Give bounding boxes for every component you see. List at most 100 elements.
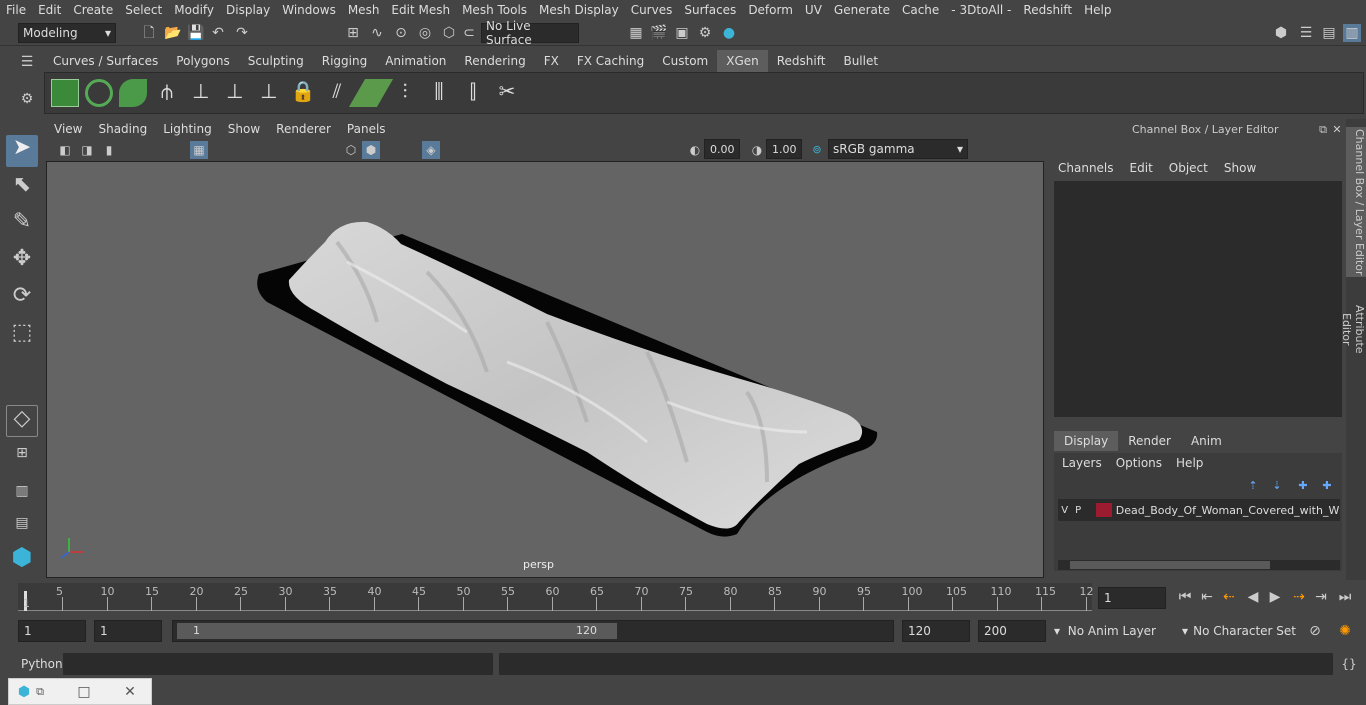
open-scene-icon[interactable]: 📂 [164, 24, 182, 42]
move-layer-up-icon[interactable]: ⇡ [1244, 477, 1262, 495]
channel-menu-object[interactable]: Object [1165, 161, 1212, 175]
playback-start-field[interactable]: 1 [94, 620, 162, 642]
exposure-field[interactable]: 0.00 [704, 139, 740, 159]
close-icon[interactable]: ✕ [121, 683, 139, 701]
shelf-tab-rendering[interactable]: Rendering [455, 50, 534, 72]
menu-create[interactable]: Create [67, 0, 119, 20]
layer-tab-anim[interactable]: Anim [1181, 431, 1232, 451]
two-view-icon[interactable]: ▥ [6, 483, 38, 515]
step-back-frame-icon[interactable]: ⇠ [1220, 588, 1238, 606]
layer-row[interactable]: V P Dead_Body_Of_Woman_Covered_with_Whi [1058, 499, 1340, 521]
layer-playback-toggle[interactable]: P [1071, 505, 1084, 516]
snap-surface-icon[interactable]: ⬡ [440, 24, 458, 42]
shelf-tab-fx-caching[interactable]: FX Caching [568, 50, 653, 72]
shelf-tab-sculpting[interactable]: Sculpting [239, 50, 313, 72]
bookmark-icon[interactable]: ▮ [100, 141, 118, 159]
layer-visibility-toggle[interactable]: V [1058, 505, 1071, 516]
range-bar[interactable]: 1 120 [177, 623, 617, 639]
sculpt-guide-icon[interactable]: ⊥ [255, 79, 283, 107]
color-management-icon[interactable]: ⊚ [808, 141, 826, 159]
menu-file[interactable]: File [0, 0, 32, 20]
restore-icon[interactable]: ⧉ [31, 683, 49, 701]
layer-scrollbar[interactable] [1058, 560, 1340, 570]
menu-select[interactable]: Select [119, 0, 168, 20]
viewport-menu-show[interactable]: Show [220, 119, 268, 139]
noise-icon[interactable]: ✂ [493, 79, 521, 107]
anim-start-field[interactable]: 1 [18, 620, 86, 642]
menu-surfaces[interactable]: Surfaces [678, 0, 742, 20]
shelf-tab-rigging[interactable]: Rigging [313, 50, 376, 72]
viewport-menu-lighting[interactable]: Lighting [155, 119, 220, 139]
new-layer-icon[interactable]: ✚ [1294, 477, 1312, 495]
scrollbar-thumb[interactable] [1070, 561, 1270, 569]
snap-curve-icon[interactable]: ∿ [368, 24, 386, 42]
side-tab-attribute-editor[interactable]: Attribute Editor [1340, 287, 1366, 371]
anim-end-field[interactable]: 200 [978, 620, 1046, 642]
menu-cache[interactable]: Cache [896, 0, 945, 20]
lock-guide-icon[interactable]: 🔒 [289, 79, 317, 107]
menu-deform[interactable]: Deform [742, 0, 799, 20]
magnet-icon[interactable]: ⊂ [460, 24, 478, 42]
camera-icon[interactable]: ◧ [56, 141, 74, 159]
menu-windows[interactable]: Windows [276, 0, 342, 20]
channel-menu-channels[interactable]: Channels [1054, 161, 1118, 175]
maximize-icon[interactable]: □ [75, 683, 93, 701]
current-frame-field[interactable]: 1 [1098, 587, 1166, 609]
workspace-icon[interactable]: ⬢ [1272, 24, 1290, 42]
redo-icon[interactable]: ↷ [233, 24, 251, 42]
smooth-shade-icon[interactable]: ⬢ [362, 141, 380, 159]
guide-curves-icon[interactable]: ⫽ [323, 79, 351, 107]
undo-icon[interactable]: ↶ [209, 24, 227, 42]
new-layer-selected-icon[interactable]: ✚ [1318, 477, 1336, 495]
wireframe-icon[interactable]: ⬡ [342, 141, 360, 159]
channel-box-toggle-icon[interactable]: ▥ [1343, 24, 1361, 42]
layer-menu-options[interactable]: Options [1116, 456, 1162, 470]
side-tab-channel-box[interactable]: Channel Box / Layer Editor [1346, 127, 1366, 277]
rotate-tool-icon[interactable]: ⟳ [6, 283, 38, 315]
render-settings-icon[interactable]: ⚙ [696, 24, 714, 42]
shelf-tab-fx[interactable]: FX [535, 50, 568, 72]
step-back-key-icon[interactable]: ⇤ [1198, 588, 1216, 606]
four-view-icon[interactable]: ⊞ [6, 445, 38, 477]
paint-select-tool-icon[interactable]: ✎ [6, 209, 38, 241]
layer-menu-layers[interactable]: Layers [1062, 456, 1102, 470]
move-tool-icon[interactable]: ✥ [6, 246, 38, 278]
anim-layer-dropdown[interactable]: ▾ No Anim Layer [1050, 620, 1160, 642]
ipr-render-icon[interactable]: ▣ [673, 24, 691, 42]
snap-grid-icon[interactable]: ⊞ [344, 24, 362, 42]
select-tool-icon[interactable]: ➤ [6, 135, 38, 167]
select-guide-icon[interactable]: ⊥ [221, 79, 249, 107]
command-input[interactable] [63, 653, 493, 675]
interactive-groom-icon[interactable] [348, 79, 394, 107]
create-description-icon[interactable] [119, 79, 147, 107]
channel-menu-show[interactable]: Show [1220, 161, 1260, 175]
shelf-tab-redshift[interactable]: Redshift [768, 50, 835, 72]
cut-icon[interactable]: ⫿ [459, 79, 487, 107]
menu-3dtoall[interactable]: - 3DtoAll - [945, 0, 1017, 20]
camera-attr-icon[interactable]: ◨ [78, 141, 96, 159]
menu-mesh[interactable]: Mesh [342, 0, 386, 20]
step-forward-frame-icon[interactable]: ⇢ [1290, 588, 1308, 606]
mode-dropdown[interactable]: Modeling ▾ [18, 23, 116, 43]
shelf-tab-curves-surfaces[interactable]: Curves / Surfaces [44, 50, 167, 72]
menu-help[interactable]: Help [1078, 0, 1117, 20]
auto-key-icon[interactable]: ⊘ [1306, 622, 1324, 640]
attribute-editor-toggle-icon[interactable]: ▤ [1320, 24, 1338, 42]
shelf-tab-animation[interactable]: Animation [376, 50, 455, 72]
anim-prefs-icon[interactable]: ✺ [1336, 622, 1354, 640]
playback-end-field[interactable]: 120 [902, 620, 970, 642]
step-forward-key-icon[interactable]: ⇥ [1312, 588, 1330, 606]
menu-edit[interactable]: Edit [32, 0, 67, 20]
menu-display[interactable]: Display [220, 0, 276, 20]
range-track[interactable]: 1 120 [172, 620, 894, 642]
close-icon[interactable]: ✕ [1328, 121, 1346, 139]
menu-generate[interactable]: Generate [828, 0, 896, 20]
viewport-menu-shading[interactable]: Shading [90, 119, 155, 139]
xgen-editor-icon[interactable] [51, 79, 79, 107]
shelf-tab-polygons[interactable]: Polygons [167, 50, 238, 72]
menu-uv[interactable]: UV [799, 0, 828, 20]
shelf-tab-xgen[interactable]: XGen [717, 50, 768, 72]
menu-edit-mesh[interactable]: Edit Mesh [385, 0, 456, 20]
menu-mesh-display[interactable]: Mesh Display [533, 0, 625, 20]
shelf-tab-custom[interactable]: Custom [653, 50, 717, 72]
